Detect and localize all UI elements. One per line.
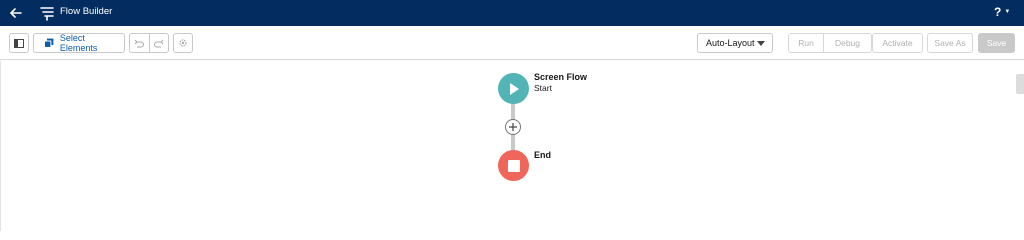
side-panel-tab[interactable] — [1016, 74, 1024, 94]
select-elements-label: Select Elements — [59, 33, 98, 53]
activate-button[interactable]: Activate — [872, 33, 923, 53]
undo-button[interactable] — [130, 34, 149, 52]
start-node-title: Screen Flow — [534, 72, 588, 82]
panel-left-icon — [14, 38, 24, 48]
undo-redo-group — [129, 33, 169, 53]
caret-down-icon — [757, 41, 765, 46]
play-icon — [509, 82, 519, 95]
activate-label: Activate — [882, 38, 913, 48]
end-node[interactable] — [498, 150, 529, 181]
start-node[interactable] — [498, 73, 529, 104]
debug-button[interactable]: Debug — [823, 34, 871, 52]
stop-icon — [507, 159, 520, 172]
flow-icon — [40, 7, 54, 21]
select-elements-button[interactable]: Select Elements — [33, 33, 125, 53]
redo-button[interactable] — [148, 34, 168, 52]
select-elements-icon — [44, 38, 54, 48]
arrow-left-icon — [10, 8, 22, 18]
start-node-subtitle: Start — [534, 83, 552, 93]
end-node-title: End — [534, 150, 551, 160]
gear-icon — [179, 39, 187, 47]
help-menu-button[interactable]: ? ▼ — [994, 5, 1010, 19]
layout-mode-dropdown[interactable]: Auto-Layout — [697, 33, 773, 53]
back-button[interactable] — [6, 3, 26, 23]
save-as-button[interactable]: Save As — [927, 33, 973, 53]
toggle-panel-button[interactable] — [9, 33, 29, 53]
run-debug-group: Run Debug — [788, 33, 872, 53]
save-button[interactable]: Save — [978, 33, 1015, 53]
app-title: Flow Builder — [60, 6, 113, 17]
add-element-button[interactable] — [505, 119, 521, 135]
plus-icon — [509, 123, 517, 131]
undo-icon — [135, 39, 145, 47]
settings-button[interactable] — [173, 33, 193, 53]
help-label: ? — [994, 5, 1002, 19]
app-header: Flow Builder ? ▼ — [0, 0, 1024, 26]
redo-icon — [154, 39, 164, 47]
toolbar: Select Elements Auto-Layout Run Debug Ac… — [0, 26, 1024, 60]
caret-down-icon: ▼ — [1004, 9, 1011, 15]
save-as-label: Save As — [934, 38, 966, 48]
run-button[interactable]: Run — [789, 34, 823, 52]
layout-mode-value: Auto-Layout — [706, 38, 755, 48]
save-label: Save — [986, 38, 1007, 48]
